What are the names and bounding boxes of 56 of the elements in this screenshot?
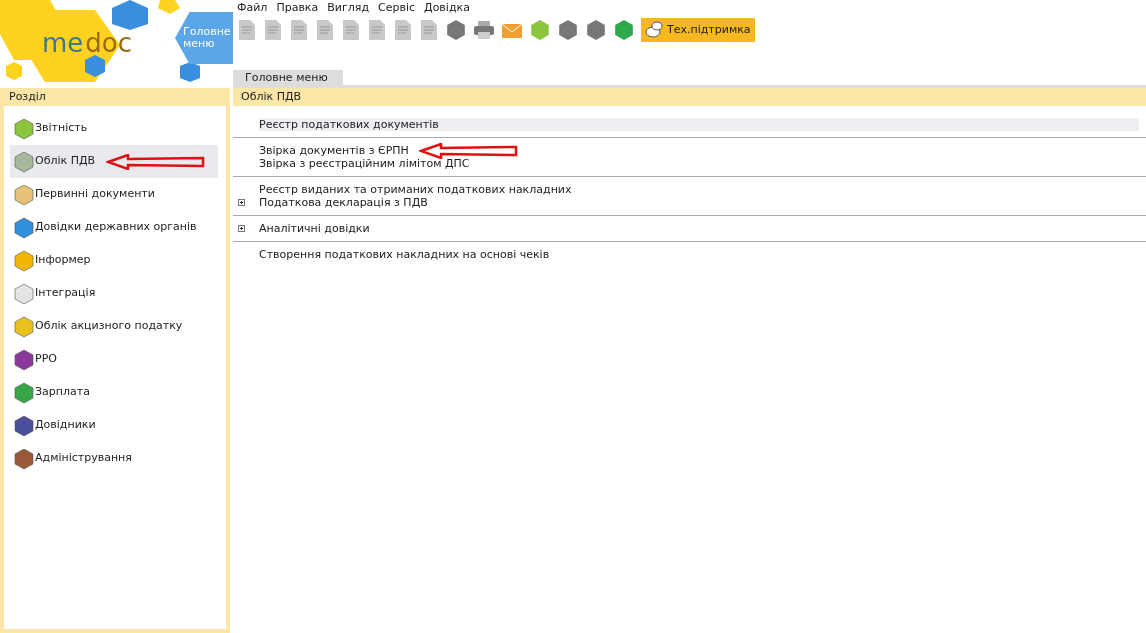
menu-item[interactable]: Довідка [424,0,470,17]
sidebar-item[interactable]: Звітність [10,112,218,145]
sidebar-item-label: Звітність [35,120,88,137]
sidebar-item-label: Первинні документи [35,186,155,203]
document-icon[interactable] [393,19,413,41]
menu-item[interactable]: Вигляд [327,0,369,17]
hexagon-icon [445,19,467,41]
menu-entry[interactable]: Реєстр виданих та отриманих податкових накладних [259,183,572,196]
logo-text: me [42,30,84,56]
sidebar-item[interactable]: РРО [10,343,218,376]
sidebar-item[interactable]: Інтеграція [10,277,218,310]
content-title: Облік ПДВ [233,88,1146,106]
document-icon[interactable] [341,19,361,41]
hexagon-icon [613,19,635,41]
sidebar-item-label: Облік ПДВ [35,153,96,170]
sidebar-item[interactable]: Довідники [10,409,218,442]
document-icon[interactable] [237,19,257,41]
sidebar-item[interactable]: Первинні документи [10,178,218,211]
hexagon-icon [529,19,551,41]
menu-item[interactable]: Правка [276,0,319,17]
sidebar-title: Розділ [4,88,226,106]
menu-entry[interactable]: Звірка з реєстраційним лімітом ДПС [259,157,470,170]
sidebar-item[interactable]: Довідки державних органів [10,211,218,244]
menu-item[interactable]: Сервіс [378,0,416,17]
sidebar-item[interactable]: Адміністрування [10,442,218,475]
sidebar-item-label: Адміністрування [35,450,132,467]
menu-entry[interactable]: Створення податкових накладних на основі чеків [259,248,550,261]
menu-entry[interactable]: Звірка документів з ЄРПН [259,144,409,157]
document-icon[interactable] [315,19,335,41]
document-icon[interactable] [289,19,309,41]
sidebar-item-label: Інтеграція [35,285,96,302]
menu-entry[interactable]: Податкова декларація з ПДВ [259,196,428,209]
chat-bubble-icon [645,21,663,39]
sidebar-item-label: Довідники [35,417,96,434]
menu-entry[interactable]: Реєстр податкових документів [259,118,1139,131]
tab[interactable]: Головне меню [233,70,343,85]
sidebar-item[interactable]: Облік акцизного податку [10,310,218,343]
hexagon-icon [557,19,579,41]
expand-icon[interactable] [238,199,245,206]
document-icon[interactable] [367,19,387,41]
menu-entry[interactable]: Аналітичні довідки [259,222,370,235]
sidebar-item-label: Довідки державних органів [35,219,197,236]
hexagon-icon [585,19,607,41]
sidebar-item-label: Інформер [35,252,91,269]
document-icon[interactable] [263,19,283,41]
sidebar-item[interactable]: Облік ПДВ [10,145,218,178]
sidebar-item-label: Облік акцизного податку [35,318,183,335]
support-button[interactable]: Тех.підтримка [641,18,755,42]
menu-item[interactable]: Файл [237,0,268,17]
document-icon[interactable] [419,19,439,41]
printer-icon[interactable] [473,20,495,40]
sidebar-item-label: Зарплата [35,384,90,401]
expand-icon[interactable] [238,225,245,232]
sidebar-item[interactable]: Зарплата [10,376,218,409]
sidebar-item[interactable]: Інформер [10,244,218,277]
sidebar-item-label: РРО [35,351,57,368]
